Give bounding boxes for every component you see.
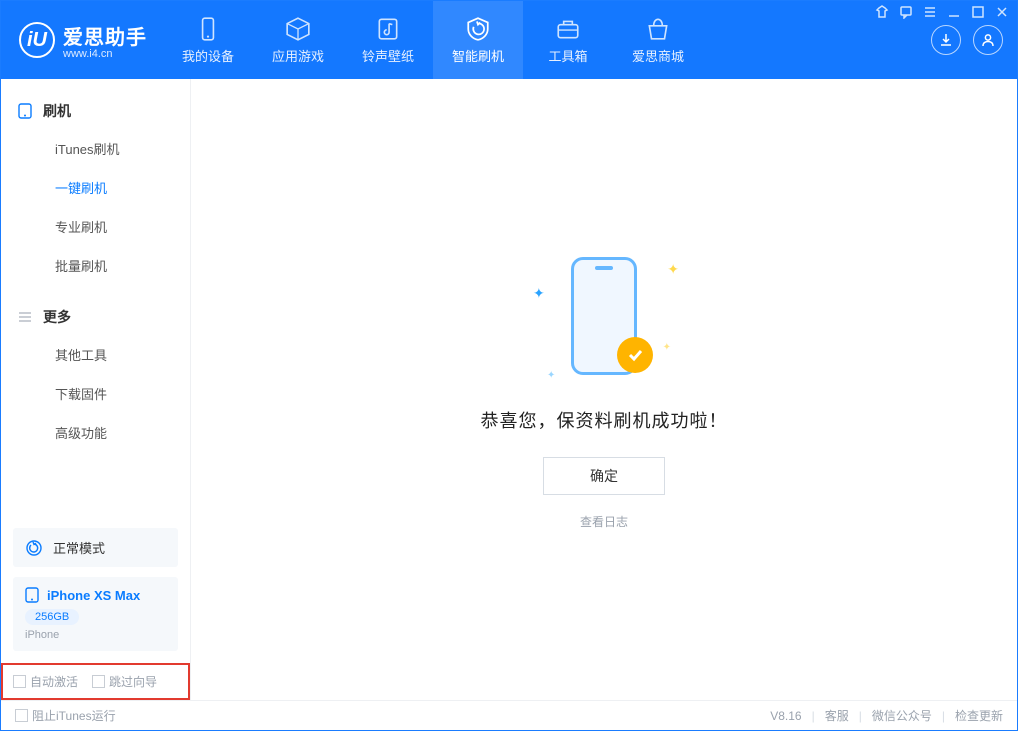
check-badge-icon [617, 337, 653, 373]
main-tabs: 我的设备 应用游戏 铃声壁纸 智能刷机 工具箱 爱思商城 [163, 1, 703, 79]
sidebar-group-flash: 刷机 [1, 93, 190, 129]
sidebar: 刷机 iTunes刷机 一键刷机 专业刷机 批量刷机 更多 其他工具 下载固件 … [1, 79, 191, 700]
tab-device[interactable]: 我的设备 [163, 1, 253, 79]
header-bar: iU 爱思助手 www.i4.cn 我的设备 应用游戏 铃声壁纸 智能刷机 [1, 1, 1017, 79]
tab-media-label: 铃声壁纸 [362, 46, 414, 65]
sidebar-group-more: 更多 [1, 299, 190, 335]
sidebar-group2-title: 更多 [43, 307, 71, 327]
auto-activate-label: 自动激活 [30, 675, 78, 689]
device-type: iPhone [25, 629, 166, 641]
shirt-icon[interactable] [875, 5, 889, 19]
sidebar-item-oneclick-flash[interactable]: 一键刷机 [1, 168, 190, 207]
tab-device-label: 我的设备 [182, 46, 234, 65]
tab-store-label: 爱思商城 [632, 46, 684, 65]
sidebar-item-download-firmware[interactable]: 下载固件 [1, 374, 190, 413]
sidebar-item-pro-flash[interactable]: 专业刷机 [1, 207, 190, 246]
version-label: V8.16 [770, 709, 801, 723]
refresh-icon [25, 539, 43, 557]
support-link[interactable]: 客服 [825, 707, 849, 724]
tab-flash[interactable]: 智能刷机 [433, 1, 523, 79]
check-update-link[interactable]: 检查更新 [955, 707, 1003, 724]
footer-bar: 阻止iTunes运行 V8.16 | 客服 | 微信公众号 | 检查更新 [1, 700, 1017, 730]
block-itunes-label: 阻止iTunes运行 [32, 709, 116, 723]
download-button[interactable] [931, 25, 961, 55]
checkbox-block-itunes[interactable]: 阻止iTunes运行 [15, 707, 116, 724]
sidebar-group1-title: 刷机 [43, 101, 71, 121]
body: 刷机 iTunes刷机 一键刷机 专业刷机 批量刷机 更多 其他工具 下载固件 … [1, 79, 1017, 700]
ok-button[interactable]: 确定 [543, 457, 665, 495]
tab-toolbox-label: 工具箱 [548, 46, 587, 65]
app-subtitle: www.i4.cn [63, 48, 147, 60]
tab-flash-label: 智能刷机 [452, 46, 504, 65]
logo-icon: iU [19, 22, 55, 58]
feedback-icon[interactable] [899, 5, 913, 19]
maximize-icon[interactable] [971, 5, 985, 19]
content-area: ✦ ✦ ✦ ✦ 恭喜您，保资料刷机成功啦！ 确定 查看日志 [191, 79, 1017, 700]
sparkle-icon: ✦ [663, 342, 671, 353]
list-icon [17, 309, 33, 325]
tab-store[interactable]: 爱思商城 [613, 1, 703, 79]
success-illustration: ✦ ✦ ✦ ✦ [529, 249, 679, 389]
device-phone-icon [25, 587, 39, 603]
mode-label: 正常模式 [53, 538, 105, 557]
minimize-icon[interactable] [947, 5, 961, 19]
checkbox-icon [15, 709, 28, 722]
success-message: 恭喜您，保资料刷机成功啦！ [481, 407, 728, 433]
skip-guide-label: 跳过向导 [109, 675, 157, 689]
tab-apps[interactable]: 应用游戏 [253, 1, 343, 79]
wechat-link[interactable]: 微信公众号 [872, 707, 932, 724]
sidebar-bottom: 正常模式 iPhone XS Max 256GB iPhone [1, 518, 190, 663]
tab-toolbox[interactable]: 工具箱 [523, 1, 613, 79]
device-capacity: 256GB [25, 609, 79, 625]
checkbox-auto-activate[interactable]: 自动激活 [13, 673, 78, 690]
account-button[interactable] [973, 25, 1003, 55]
app-title: 爱思助手 [63, 21, 147, 50]
sidebar-item-itunes-flash[interactable]: iTunes刷机 [1, 129, 190, 168]
tab-media[interactable]: 铃声壁纸 [343, 1, 433, 79]
device-name: iPhone XS Max [47, 588, 140, 603]
menu-icon[interactable] [923, 5, 937, 19]
sparkle-icon: ✦ [533, 285, 545, 302]
tab-apps-label: 应用游戏 [272, 46, 324, 65]
view-log-link[interactable]: 查看日志 [580, 513, 628, 530]
sidebar-item-other-tools[interactable]: 其他工具 [1, 335, 190, 374]
device-box[interactable]: iPhone XS Max 256GB iPhone [13, 577, 178, 651]
sidebar-item-batch-flash[interactable]: 批量刷机 [1, 246, 190, 285]
close-icon[interactable] [995, 5, 1009, 19]
window-controls [875, 5, 1009, 19]
sparkle-icon: ✦ [667, 261, 679, 278]
logo: iU 爱思助手 www.i4.cn [1, 1, 163, 79]
phone-icon [17, 103, 33, 119]
app-window: iU 爱思助手 www.i4.cn 我的设备 应用游戏 铃声壁纸 智能刷机 [0, 0, 1018, 731]
checkbox-skip-guide[interactable]: 跳过向导 [92, 673, 157, 690]
checkbox-icon [92, 675, 105, 688]
sparkle-icon: ✦ [547, 370, 555, 381]
options-highlight: 自动激活 跳过向导 [1, 663, 190, 700]
sidebar-item-advanced[interactable]: 高级功能 [1, 413, 190, 452]
mode-box[interactable]: 正常模式 [13, 528, 178, 567]
checkbox-icon [13, 675, 26, 688]
